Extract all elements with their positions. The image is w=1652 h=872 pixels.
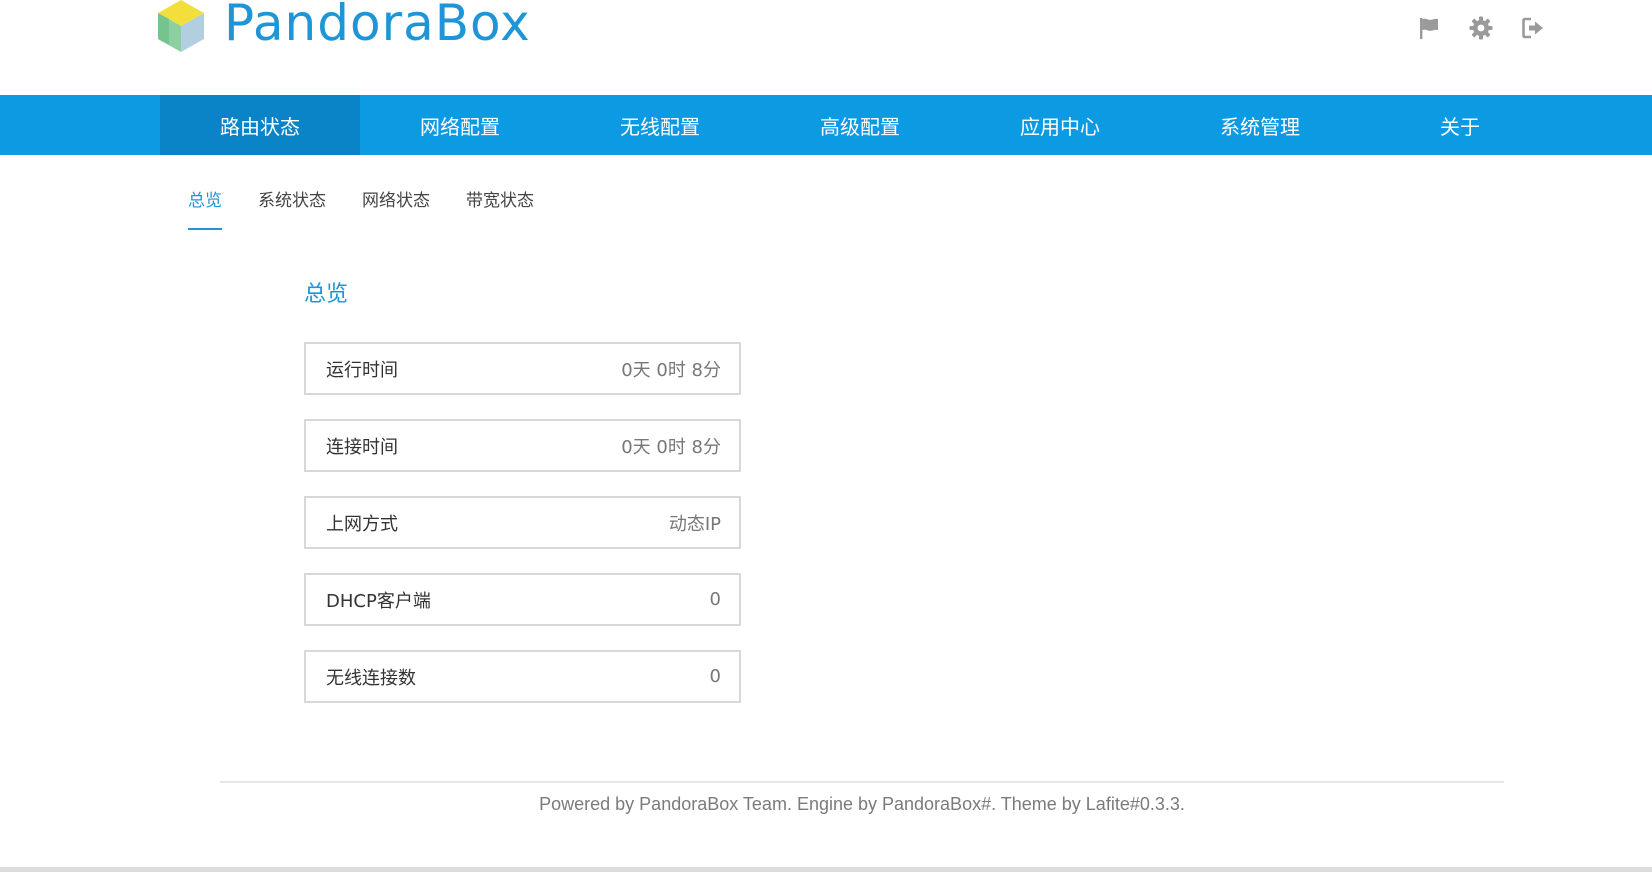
status-card-connection-time: 连接时间 0天 0时 8分 [304, 419, 741, 472]
status-card-dhcp-clients: DHCP客户端 0 [304, 573, 741, 626]
section-title: 总览 [304, 282, 349, 307]
status-card-value: 0 [709, 666, 721, 687]
main-nav-items: 路由状态 网络配置 无线配置 高级配置 应用中心 系统管理 关于 [160, 95, 1560, 155]
nav-item-advanced-config[interactable]: 高级配置 [760, 95, 960, 155]
page: PandoraBox 路由状态 网络配置 无线配置 高级配置 应用中心 系统管理… [0, 0, 1652, 872]
flag-icon[interactable] [1416, 14, 1442, 42]
nav-item-system-management[interactable]: 系统管理 [1160, 95, 1360, 155]
nav-item-app-center[interactable]: 应用中心 [960, 95, 1160, 155]
logo[interactable]: PandoraBox [158, 0, 531, 52]
status-card-label: 上网方式 [326, 513, 398, 535]
status-card-label: 连接时间 [326, 436, 398, 458]
status-card-value: 0天 0时 8分 [621, 436, 721, 458]
status-card-list: 运行时间 0天 0时 8分 连接时间 0天 0时 8分 上网方式 动态IP DH… [304, 342, 741, 727]
status-card-label: 无线连接数 [326, 667, 416, 689]
bottom-strip [0, 867, 1652, 872]
tab-network-status[interactable]: 网络状态 [362, 175, 430, 233]
gear-icon[interactable] [1468, 14, 1494, 42]
status-card-value: 0天 0时 8分 [621, 359, 721, 381]
status-card-label: 运行时间 [326, 359, 398, 381]
tab-bandwidth-status[interactable]: 带宽状态 [466, 175, 534, 233]
status-card-value: 0 [709, 589, 721, 610]
footer-text: Powered by PandoraBox Team. Engine by Pa… [539, 794, 1185, 814]
status-card-value: 动态IP [668, 513, 721, 535]
logo-cube-icon [158, 0, 204, 52]
footer-divider [220, 781, 1504, 783]
tab-overview[interactable]: 总览 [188, 175, 222, 233]
status-card-label: DHCP客户端 [326, 590, 431, 612]
header-icons [1416, 14, 1546, 42]
main-nav: 路由状态 网络配置 无线配置 高级配置 应用中心 系统管理 关于 [0, 95, 1652, 155]
header: PandoraBox [0, 0, 1652, 95]
sub-tabs: 总览 系统状态 网络状态 带宽状态 [188, 175, 570, 235]
status-card-wan-type: 上网方式 动态IP [304, 496, 741, 549]
nav-item-network-config[interactable]: 网络配置 [360, 95, 560, 155]
status-card-uptime: 运行时间 0天 0时 8分 [304, 342, 741, 395]
nav-item-about[interactable]: 关于 [1360, 95, 1560, 155]
status-card-wireless-connections: 无线连接数 0 [304, 650, 741, 703]
nav-item-router-status[interactable]: 路由状态 [160, 95, 360, 155]
logout-icon[interactable] [1520, 14, 1546, 42]
logo-text: PandoraBox [224, 0, 531, 52]
tab-system-status[interactable]: 系统状态 [258, 175, 326, 233]
nav-item-wireless-config[interactable]: 无线配置 [560, 95, 760, 155]
